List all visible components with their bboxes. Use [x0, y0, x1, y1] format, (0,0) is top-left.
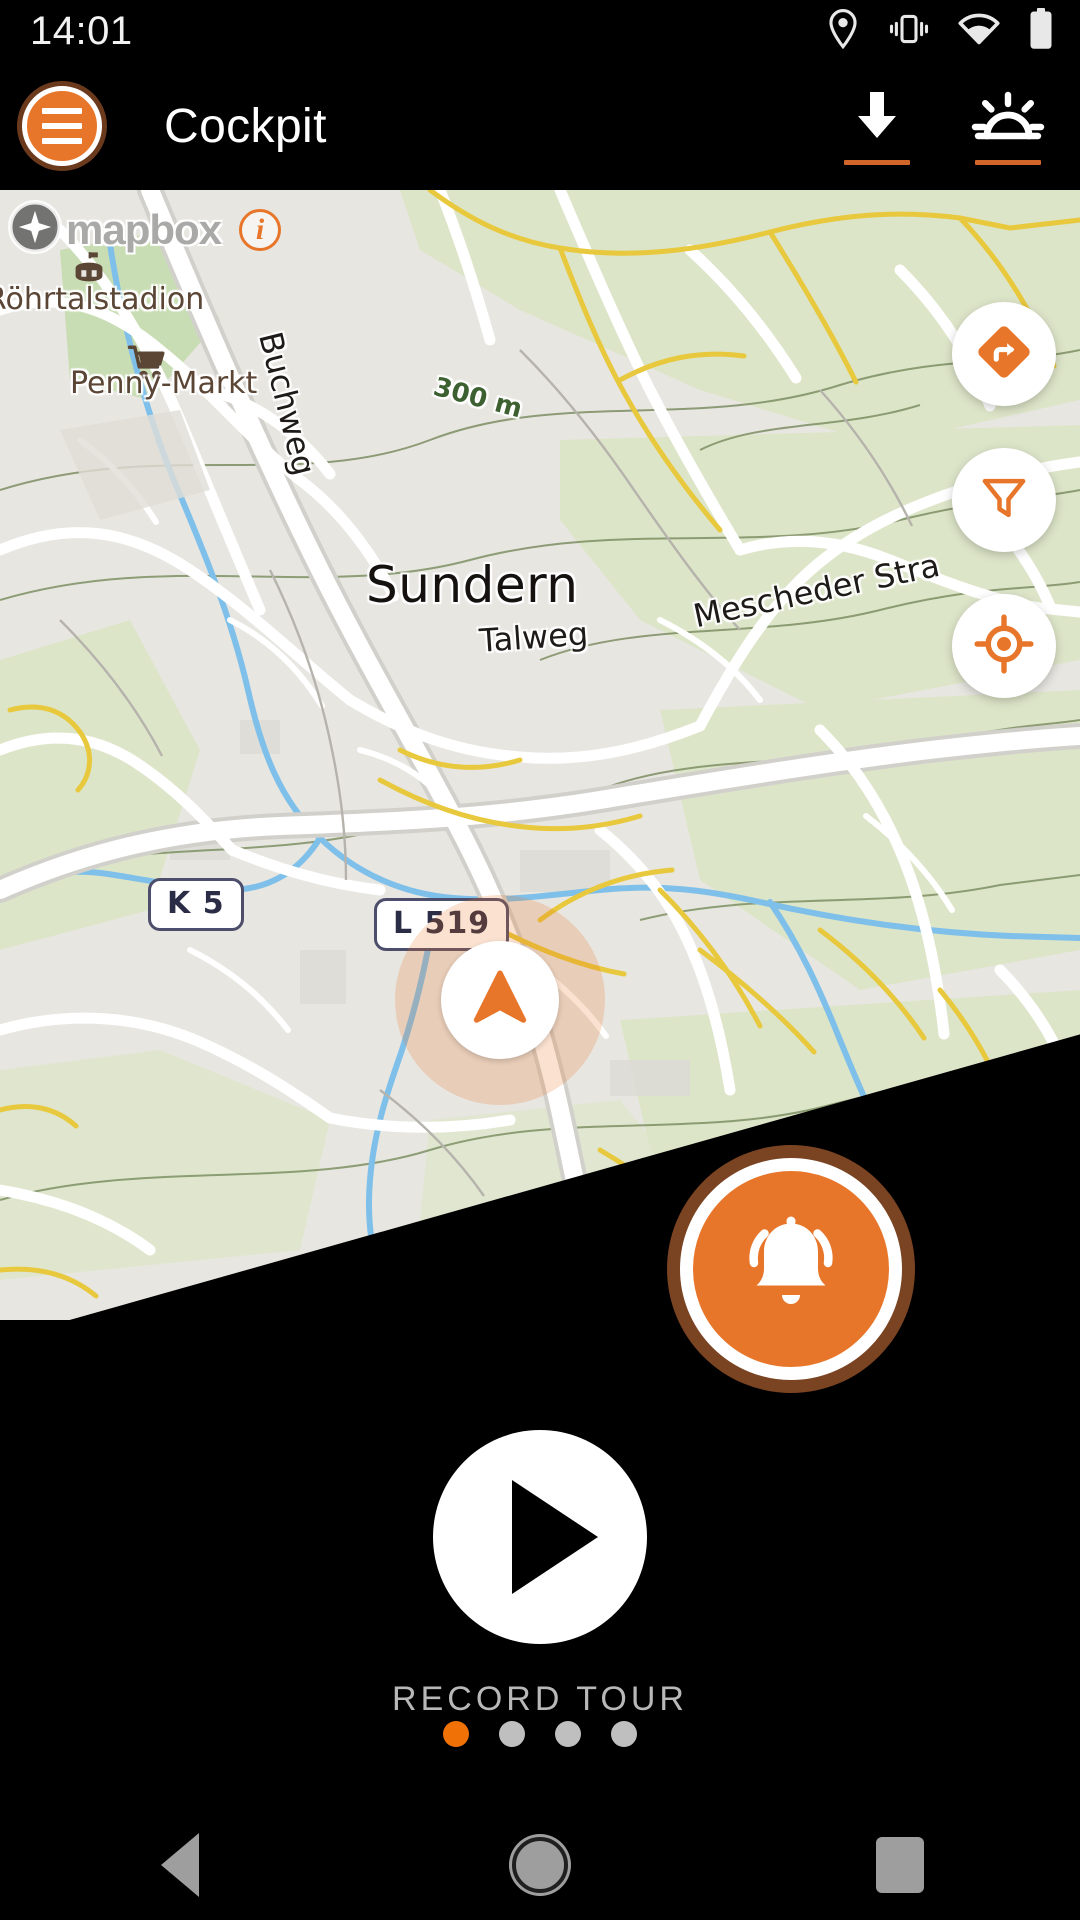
- map-label-supermarket: Penny-Markt: [70, 366, 258, 401]
- menu-icon-bar: [42, 123, 82, 129]
- nav-recents-button[interactable]: [830, 1810, 970, 1920]
- mapbox-attribution[interactable]: mapbox i: [8, 200, 282, 259]
- daynight-icon: [970, 88, 1046, 151]
- android-navigation-bar: [0, 1810, 1080, 1920]
- page-dot-3[interactable]: [555, 1721, 581, 1747]
- page-dot-1[interactable]: [443, 1721, 469, 1747]
- road-shield-k5: K 5: [148, 878, 244, 931]
- location-icon: [826, 8, 860, 54]
- page-indicator: [0, 1721, 1080, 1747]
- navigation-arrow-icon: [467, 965, 533, 1036]
- status-bar: 14:01: [0, 0, 1080, 62]
- locate-me-button[interactable]: [952, 594, 1056, 698]
- page-dot-2[interactable]: [499, 1721, 525, 1747]
- locate-icon: [973, 613, 1035, 680]
- gps-position-marker: [395, 895, 605, 1105]
- wifi-icon: [958, 12, 1000, 51]
- mapbox-logo-icon: [8, 200, 62, 259]
- status-bar-icons: [826, 7, 1054, 55]
- download-icon: [847, 88, 907, 151]
- record-tour-label: RECORD TOUR: [392, 1680, 688, 1718]
- info-icon[interactable]: i: [239, 208, 282, 251]
- status-bar-clock: 14:01: [30, 8, 133, 53]
- route-icon: [975, 323, 1033, 386]
- filter-button[interactable]: [952, 448, 1056, 552]
- play-icon: [512, 1480, 598, 1594]
- navigation-route-button[interactable]: [952, 302, 1056, 406]
- download-active-underline: [844, 159, 910, 165]
- map-label-stadium: Röhrtalstadion: [0, 282, 205, 317]
- daynight-button[interactable]: [970, 88, 1046, 165]
- nav-back-button[interactable]: [110, 1810, 250, 1920]
- gps-position-marker-inner: [441, 941, 559, 1059]
- app-bar: Cockpit: [0, 62, 1080, 190]
- menu-icon-bar: [42, 108, 82, 114]
- nav-home-icon: [512, 1837, 568, 1893]
- map-label-talweg: Talweg: [478, 614, 590, 660]
- bell-icon: [731, 1207, 851, 1332]
- nav-recents-icon: [876, 1837, 924, 1893]
- battery-icon: [1028, 7, 1054, 55]
- page-dot-4[interactable]: [611, 1721, 637, 1747]
- nav-back-icon: [161, 1833, 199, 1897]
- hamburger-menu-button[interactable]: [22, 86, 102, 166]
- nav-home-button[interactable]: [470, 1810, 610, 1920]
- download-button[interactable]: [844, 88, 910, 165]
- vibrate-icon: [888, 12, 930, 51]
- daynight-active-underline: [975, 159, 1041, 165]
- filter-icon: [977, 471, 1031, 530]
- mapbox-wordmark: mapbox: [66, 205, 222, 253]
- app-screen: 14:01 Cockpit mapbox i Röhrtalstadion Pe…: [0, 0, 1080, 1920]
- page-title: Cockpit: [164, 99, 327, 153]
- map-label-sundern: Sundern: [366, 556, 579, 614]
- alarm-button[interactable]: [680, 1158, 902, 1380]
- record-tour-button[interactable]: [433, 1430, 647, 1644]
- app-bar-actions: [844, 88, 1046, 165]
- record-tour-control: RECORD TOUR: [0, 1430, 1080, 1719]
- menu-icon-bar: [42, 138, 82, 144]
